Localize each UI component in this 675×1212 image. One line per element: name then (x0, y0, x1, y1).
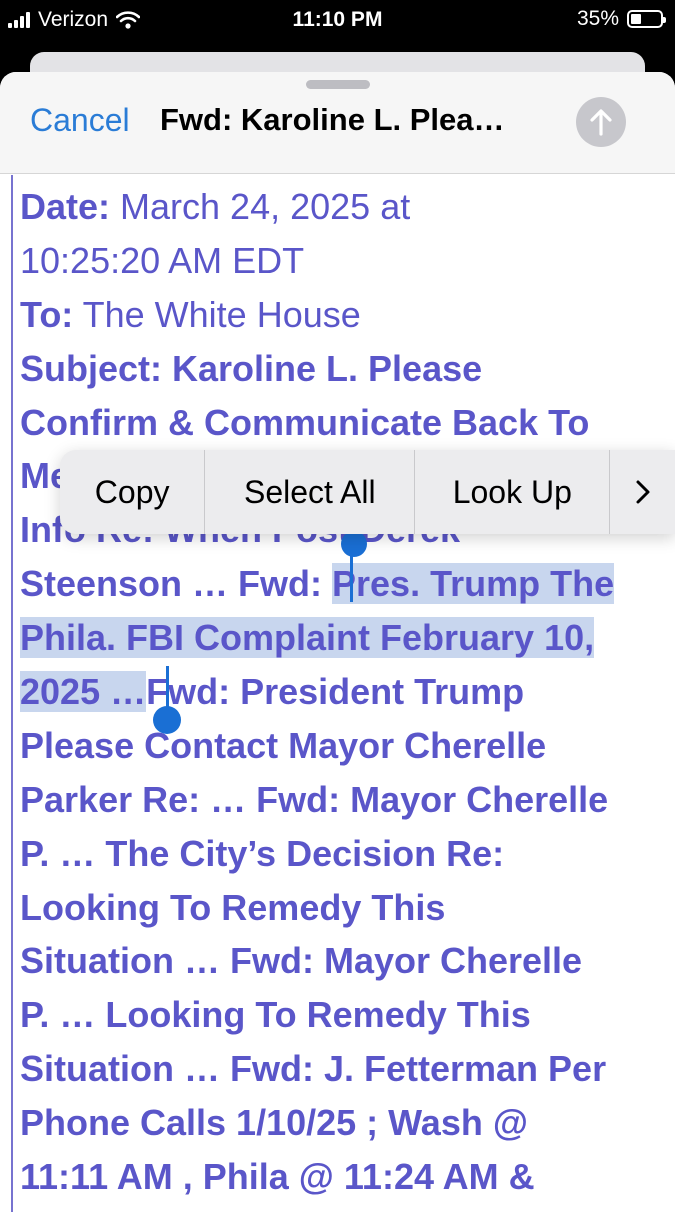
compose-header: Cancel Fwd: Karoline L. Plea… (0, 72, 675, 174)
battery-icon (627, 10, 666, 28)
selection-start-handle[interactable] (341, 531, 367, 557)
body-line: 2025 …Fwd: President Trump (20, 665, 670, 719)
body-text: Confirm & Communicate Back To (20, 401, 590, 443)
select-all-menu-item[interactable]: Select All (205, 450, 416, 534)
selection-end-handle[interactable] (153, 706, 181, 734)
body-line: P. … Looking To Remedy This (20, 988, 670, 1042)
selected-text: Pres. Trump The (332, 563, 615, 605)
body-text: P. … The City’s Decision Re: (20, 832, 505, 874)
body-text: March 24, 2025 at (110, 186, 411, 227)
selected-text: 2025 … (20, 671, 147, 713)
body-line: Looking To Remedy This (20, 881, 670, 935)
body-text: Fwd: President Trump (146, 671, 525, 713)
body-line: Phone Calls 1/10/25 ; Wash @ (20, 1096, 670, 1150)
body-line: Date: March 24, 2025 at (20, 180, 670, 234)
body-line: P. … The City’s Decision Re: (20, 827, 670, 881)
message-body[interactable]: Date: March 24, 2025 at 10:25:20 AM EDT To… (20, 180, 670, 1204)
body-line: To: The White House (20, 288, 670, 342)
body-text: Steenson … Fwd: (20, 563, 333, 605)
body-line: Situation … Fwd: Mayor Cherelle (20, 934, 670, 988)
body-text: Looking To Remedy This (20, 886, 446, 928)
more-menu-button[interactable] (610, 450, 675, 534)
clock: 11:10 PM (292, 8, 383, 31)
selection-start-cursor (350, 556, 353, 602)
body-line: 11:11 AM , Phila @ 11:24 AM & (20, 1150, 670, 1204)
body-text: 11:11 AM , Phila @ 11:24 AM & (20, 1156, 535, 1198)
body-text: Situation … Fwd: J. Fetterman Per (20, 1048, 607, 1090)
battery-percent: 35% (576, 7, 619, 30)
body-text: P. … Looking To Remedy This (20, 994, 531, 1036)
sheet-grabber[interactable] (306, 80, 370, 89)
text-selection-menu: Copy Select All Look Up (60, 450, 675, 534)
cancel-button[interactable]: Cancel (30, 102, 130, 139)
battery-group: 35% (576, 7, 666, 31)
status-bar: Verizon 11:10 PM 35% (0, 0, 675, 40)
body-text: The White House (73, 293, 361, 335)
compose-sheet: Cancel Fwd: Karoline L. Plea… Date: Marc… (0, 72, 675, 1212)
body-text: Please Contact Mayor Cherelle (20, 724, 547, 766)
arrow-up-icon (590, 109, 612, 136)
body-line: 10:25:20 AM EDT (20, 234, 670, 288)
body-line: Subject: Karoline L. Please (20, 342, 670, 396)
body-line: Situation … Fwd: J. Fetterman Per (20, 1042, 670, 1096)
body-line: Phila. FBI Complaint February 10, (20, 611, 670, 665)
body-line: Parker Re: … Fwd: Mayor Cherelle (20, 773, 670, 827)
body-line: Please Contact Mayor Cherelle (20, 719, 670, 773)
body-text: Parker Re: … Fwd: Mayor Cherelle (20, 778, 609, 820)
body-line: Steenson … Fwd: Pres. Trump The (20, 557, 670, 611)
body-text: 10:25:20 AM EDT (20, 239, 305, 281)
send-button[interactable] (576, 97, 626, 147)
copy-menu-item[interactable]: Copy (60, 450, 206, 534)
chevron-right-icon (636, 480, 650, 504)
body-line: Confirm & Communicate Back To (20, 396, 670, 450)
quote-bar (11, 175, 13, 1212)
look-up-menu-item[interactable]: Look Up (415, 450, 611, 534)
body-text: To: (20, 293, 74, 335)
body-text: Subject: Karoline L. Please (20, 347, 483, 389)
body-text: Phone Calls 1/10/25 ; Wash @ (20, 1102, 528, 1144)
body-text: Situation … Fwd: Mayor Cherelle (20, 940, 583, 982)
body-text: Date: (20, 186, 111, 227)
selected-text: Phila. FBI Complaint February 10, (20, 617, 595, 659)
compose-title: Fwd: Karoline L. Plea… (160, 102, 505, 137)
